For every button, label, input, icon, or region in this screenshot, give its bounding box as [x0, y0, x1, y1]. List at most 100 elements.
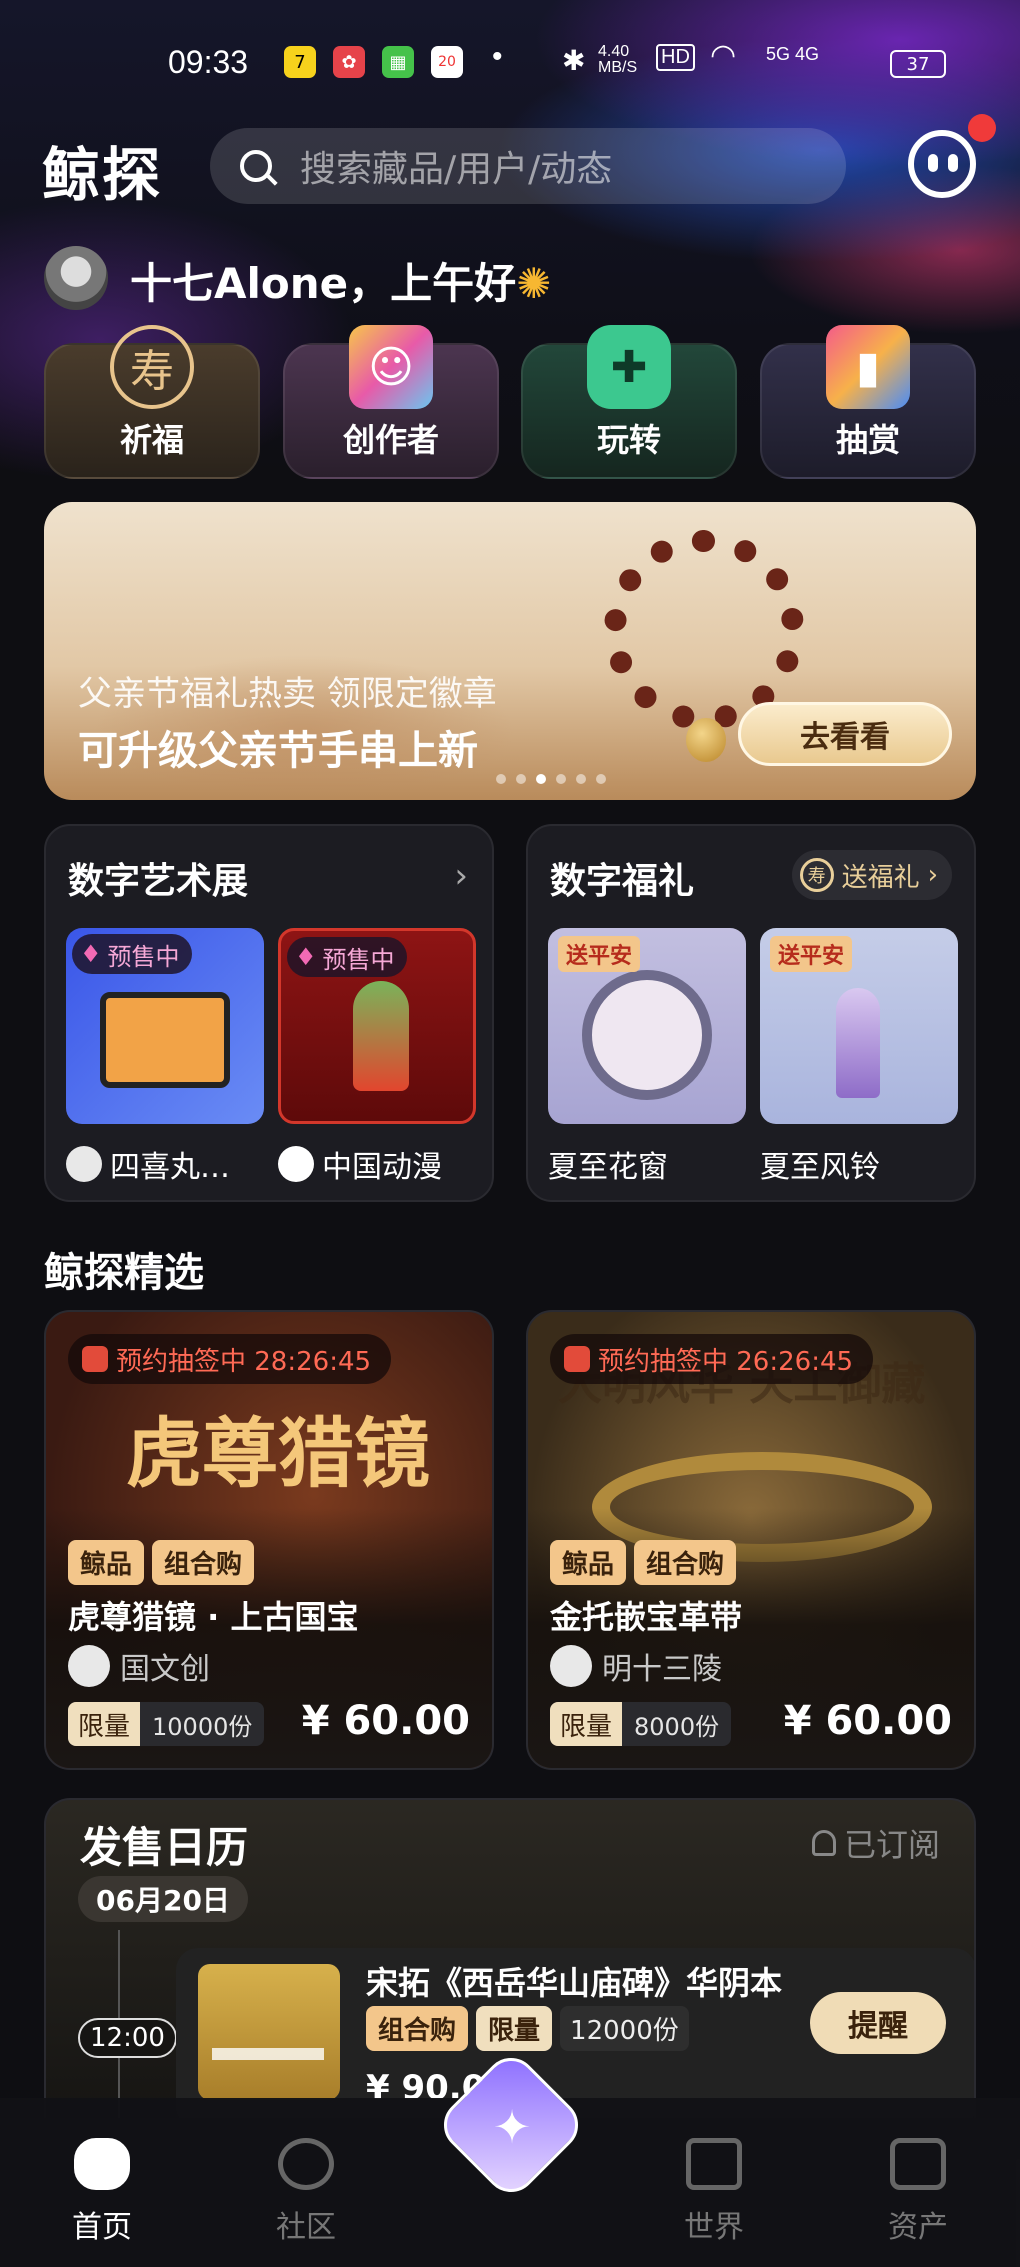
dot-icon: • [492, 40, 503, 73]
event-time: 12:00 [78, 2018, 177, 2058]
product-card[interactable]: 大明风华 天工御藏 预约抽签中 26:26:45 鲸品 组合购 金托嵌宝革带 明十… [526, 1310, 976, 1770]
event-name: 宋拓《西岳华山庙碑》华阴本 [366, 1964, 783, 2002]
product-art-text: 虎尊猎镜 [126, 1409, 430, 1498]
gift-item-thumb[interactable]: 送平安 [760, 928, 958, 1124]
nav-label: 社区 [276, 2210, 336, 2245]
tile-label: 抽赏 [835, 421, 900, 459]
status-app-icon: ▦ [382, 46, 414, 78]
banner-title: 可升级父亲节手串上新 [78, 728, 478, 774]
planet-icon [278, 2138, 334, 2190]
status-time: 09:33 [168, 44, 249, 80]
product-brand[interactable]: 明十三陵 [550, 1644, 722, 1688]
product-tags: 鲸品 组合购 [550, 1540, 737, 1585]
tile-label: 创作者 [342, 421, 439, 459]
cube-icon [686, 2138, 742, 2190]
nav-label: 资产 [888, 2210, 948, 2245]
search-bar[interactable]: 搜索藏品/用户/动态 [210, 128, 846, 204]
product-brand[interactable]: 国文创 [68, 1644, 210, 1688]
countdown-badge: 预约抽签中 26:26:45 [550, 1334, 874, 1384]
gift-item-thumb[interactable]: 送平安 [548, 928, 746, 1124]
nav-community[interactable]: 社区 [246, 2138, 366, 2246]
section-title: 鲸探精选 [44, 1250, 204, 1296]
product-name: 虎尊猎镜 · 上古国宝 [68, 1598, 359, 1636]
countdown-badge: 预约抽签中 28:26:45 [68, 1334, 392, 1384]
app-logo: 鲸探 [42, 141, 163, 209]
calendar-date: 06月20日 [78, 1876, 248, 1922]
wallet-icon [890, 2138, 946, 2190]
calendar-event[interactable]: 宋拓《西岳华山庙碑》华阴本 组合购 限量 12000份 ¥ 90.00 提醒 [176, 1948, 974, 2118]
hd-icon: HD [656, 44, 695, 71]
gift-icon: 寿 [799, 858, 834, 892]
tile-play[interactable]: ✚ 玩转 [521, 325, 737, 479]
limit-info: 限量 10000份 [68, 1702, 265, 1746]
status-app-icon: ✿ [333, 46, 365, 78]
tile-creator[interactable]: ☺ 创作者 [283, 325, 499, 479]
bracelet-image [604, 530, 804, 730]
nav-label: 世界 [684, 2210, 744, 2245]
gift-badge: 送平安 [770, 936, 853, 972]
creator-icon: ☺ [349, 325, 433, 409]
tile-label: 祈福 [119, 421, 184, 459]
pendant-image [686, 718, 726, 762]
avatar[interactable] [44, 246, 108, 310]
cards-icon: ▮ [826, 325, 910, 409]
limit-info: 限量 8000份 [550, 1702, 732, 1746]
status-app-icon: 7 [284, 46, 316, 78]
panel-title: 数字艺术展 [68, 861, 249, 902]
bluetooth-icon: ✱ [562, 45, 586, 76]
blessing-icon: 寿 [110, 325, 194, 409]
gift-item-caption: 夏至风铃 [760, 1150, 880, 1185]
event-thumb [198, 1964, 340, 2100]
lottery-icon [564, 1346, 590, 1372]
search-placeholder: 搜索藏品/用户/动态 [300, 149, 613, 190]
art-item-caption: 四喜丸… [66, 1142, 266, 1186]
tile-label: 玩转 [596, 421, 661, 459]
nav-assets[interactable]: 资产 [858, 2138, 978, 2246]
tile-draw[interactable]: ▮ 抽赏 [760, 325, 976, 479]
nav-world[interactable]: 世界 [654, 2138, 774, 2246]
product-card[interactable]: 虎尊猎镜 预约抽签中 28:26:45 鲸品 组合购 虎尊猎镜 · 上古国宝 国文… [44, 1310, 494, 1770]
nav-label: 首页 [72, 2210, 132, 2245]
art-item-caption: 中国动漫 [278, 1142, 478, 1186]
bottom-nav: 首页 社区 ✦ 世界 资产 [0, 2047, 1020, 2267]
greeting-text: 十七Alone，上午好✺ [130, 259, 552, 308]
lottery-icon [82, 1346, 108, 1372]
remind-button[interactable]: 提醒 [810, 1992, 946, 2054]
creator-avatar [66, 1146, 102, 1182]
product-price: ¥ 60.00 [301, 1698, 470, 1744]
tile-blessing[interactable]: 寿 祈福 [44, 325, 260, 479]
calendar-title: 发售日历 [80, 1823, 249, 1872]
signal-icon: 5G 4G [766, 44, 820, 64]
chevron-right-icon[interactable]: › [454, 856, 468, 896]
product-name: 金托嵌宝革带 [550, 1598, 743, 1636]
notification-dot [968, 114, 996, 142]
event-tags: 组合购 限量 12000份 [366, 2006, 689, 2051]
banner-subtitle: 父亲节福礼热卖 领限定徽章 [78, 674, 497, 714]
brand-avatar [68, 1645, 110, 1687]
nav-home[interactable]: 首页 [42, 2138, 162, 2246]
panel-title: 数字福礼 [550, 861, 695, 902]
sunflower-icon: ✺ [516, 259, 552, 308]
send-gift-button[interactable]: 寿送福礼 › [791, 850, 952, 900]
art-exhibit-panel[interactable]: 数字艺术展 › ♦ 预售中 ♦ 预售中 四喜丸… 中国动漫 [44, 824, 494, 1202]
product-tags: 鲸品 组合购 [68, 1540, 255, 1585]
carousel-dots [496, 774, 606, 784]
wifi-icon: ◠ [710, 39, 737, 72]
art-item-thumb[interactable]: ♦ 预售中 [66, 928, 264, 1124]
home-icon [74, 2138, 130, 2190]
digital-gift-panel[interactable]: 数字福礼 寿送福礼 › 送平安 送平安 夏至花窗 夏至风铃 [526, 824, 976, 1202]
play-icon: ✚ [587, 325, 671, 409]
sparkle-icon: ✦ [492, 2100, 532, 2154]
battery-icon: 37 [890, 50, 946, 78]
banner-go-button[interactable]: 去看看 [738, 702, 952, 766]
message-icon[interactable] [908, 130, 976, 198]
search-icon [240, 150, 272, 182]
creator-avatar [278, 1146, 314, 1182]
gift-item-caption: 夏至花窗 [548, 1150, 668, 1185]
art-item-thumb[interactable]: ♦ 预售中 [278, 928, 476, 1124]
bell-icon [811, 1830, 836, 1856]
gift-badge: 送平安 [558, 936, 641, 972]
promo-banner[interactable]: 父亲节福礼热卖 领限定徽章 可升级父亲节手串上新 去看看 [44, 502, 976, 800]
subscribed-status[interactable]: 已订阅 [811, 1820, 940, 1866]
presale-badge: ♦ 预售中 [72, 934, 192, 974]
